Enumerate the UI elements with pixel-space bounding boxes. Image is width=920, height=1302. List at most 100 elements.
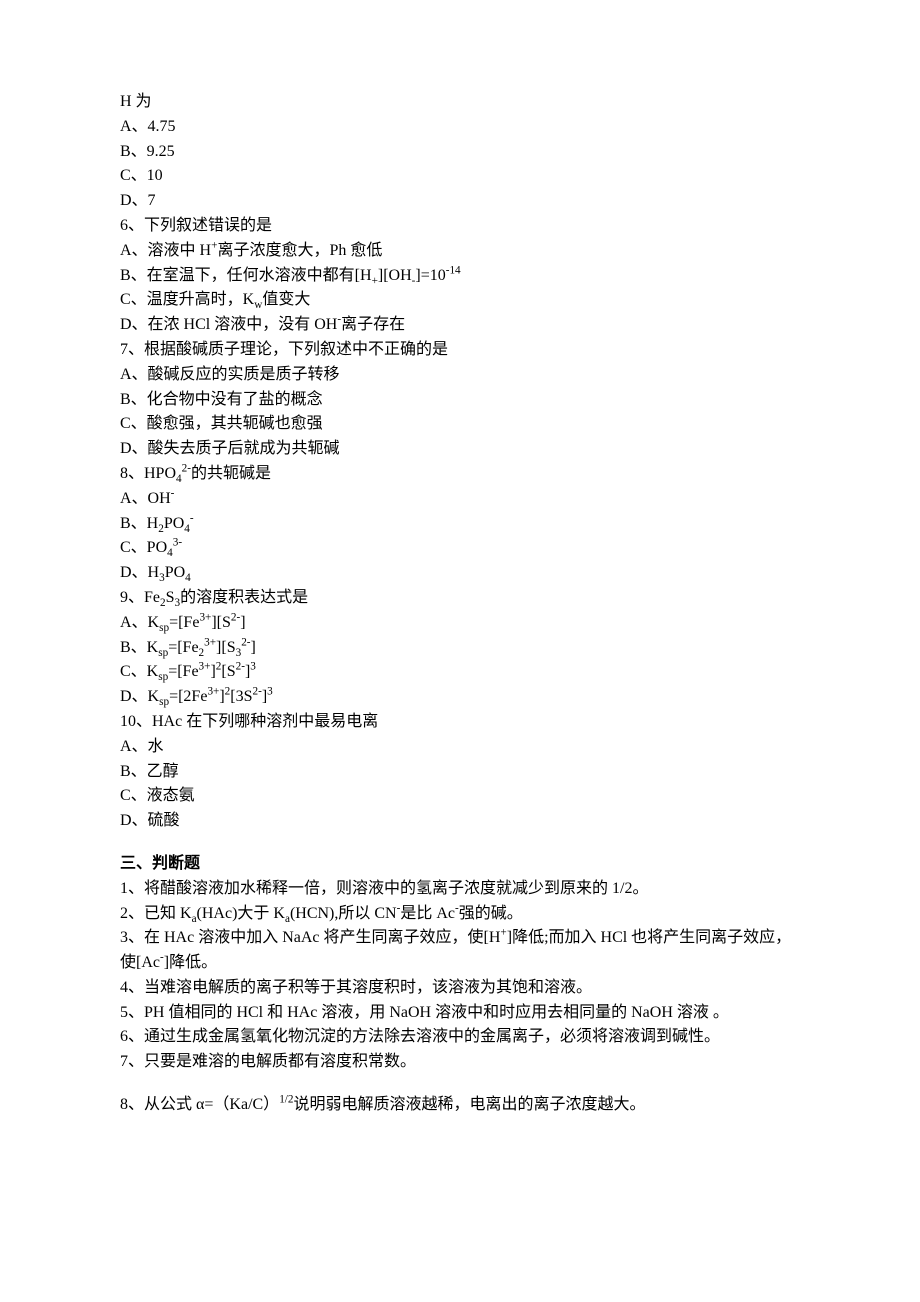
q9-option-d: D、Ksp=[2Fe3+]2[3S2-]3 — [120, 685, 800, 710]
subscript: 3 — [236, 647, 242, 659]
text: 离子存在 — [341, 316, 405, 333]
superscript: 3 — [250, 661, 256, 673]
text: B、在室温下，任何水溶液中都有[H — [120, 267, 372, 284]
text: S — [166, 589, 175, 606]
subscript: 4 — [185, 572, 191, 584]
text: =[Fe — [168, 639, 198, 656]
superscript: 3+ — [207, 686, 219, 698]
q9-stem: 9、Fe2S3的溶度积表达式是 — [120, 586, 800, 611]
q8-option-c: C、PO43- — [120, 536, 800, 561]
text: ][S — [211, 614, 231, 631]
superscript: 3+ — [199, 611, 211, 623]
text: =[Fe — [169, 614, 199, 631]
q8-option-d: D、H3PO4 — [120, 561, 800, 586]
subscript: 4 — [176, 473, 182, 485]
superscript: 2- — [241, 636, 250, 648]
text: ]降低。 — [164, 954, 217, 971]
superscript: 3- — [173, 537, 182, 549]
text: ][OH — [378, 267, 412, 284]
text: =[Fe — [168, 663, 198, 680]
q10-option-d: D、硫酸 — [120, 809, 800, 834]
q7-stem: 7、根据酸碱质子理论，下列叙述中不正确的是 — [120, 338, 800, 363]
document-page: H 为 A、4.75 B、9.25 C、10 D、7 6、下列叙述错误的是 A、… — [0, 0, 920, 1302]
text: 值变大 — [262, 291, 310, 308]
text: ] — [251, 639, 256, 656]
q10-option-a: A、水 — [120, 735, 800, 760]
judge-2: 2、已知 Ka(HAc)大于 Ka(HCN),所以 CN-是比 Ac-强的碱。 — [120, 902, 800, 927]
text: PO — [165, 564, 185, 581]
text: C、K — [120, 663, 158, 680]
text: 9、Fe — [120, 589, 160, 606]
subscript: sp — [158, 647, 168, 659]
q10-option-b: B、乙醇 — [120, 760, 800, 785]
q7-option-c: C、酸愈强，其共轭碱也愈强 — [120, 412, 800, 437]
text: D、H — [120, 564, 159, 581]
superscript: - — [171, 487, 175, 499]
section-3-title: 三、判断题 — [120, 852, 800, 877]
text: A、K — [120, 614, 159, 631]
text: [3S — [230, 688, 252, 705]
text: 的共轭碱是 — [191, 465, 271, 482]
text: 离子浓度愈大，Ph 愈低 — [217, 242, 382, 259]
subscript: sp — [159, 622, 169, 634]
text: C、温度升高时，K — [120, 291, 254, 308]
judge-1: 1、将醋酸溶液加水稀释一倍，则溶液中的氢离子浓度就减少到原来的 1/2。 — [120, 877, 800, 902]
text: 强的碱。 — [459, 905, 523, 922]
q8-option-a: A、OH- — [120, 487, 800, 512]
superscript: 2- — [182, 463, 191, 475]
q7-option-a: A、酸碱反应的实质是质子转移 — [120, 363, 800, 388]
judge-8: 8、从公式 α=（Ka/C）1/2说明弱电解质溶液越稀，电离出的离子浓度越大。 — [120, 1093, 800, 1118]
q10-stem: 10、HAc 在下列哪种溶剂中最易电离 — [120, 710, 800, 735]
superscript: 3+ — [199, 661, 211, 673]
text: C、PO — [120, 539, 167, 556]
q10-option-c: C、液态氨 — [120, 784, 800, 809]
subscript: sp — [159, 696, 169, 708]
superscript: 2- — [236, 661, 245, 673]
judge-6: 6、通过生成金属氢氧化物沉淀的方法除去溶液中的金属离子，必须将溶液调到碱性。 — [120, 1025, 800, 1050]
text: 的溶度积表达式是 — [180, 589, 308, 606]
text: 8、从公式 α=（Ka/C） — [120, 1096, 279, 1113]
q7-option-b: B、化合物中没有了盐的概念 — [120, 388, 800, 413]
text: 3、在 HAc 溶液中加入 NaAc 将产生同离子效应，使[H — [120, 929, 500, 946]
text: 8、HPO — [120, 465, 176, 482]
judge-3: 3、在 HAc 溶液中加入 NaAc 将产生同离子效应，使[H+]降低;而加入 … — [120, 926, 800, 976]
q5-option-d: D、7 — [120, 189, 800, 214]
text: (HCN),所以 CN — [290, 905, 397, 922]
q5-option-a: A、4.75 — [120, 115, 800, 140]
q5-option-b: B、9.25 — [120, 140, 800, 165]
judge-5: 5、PH 值相同的 HCl 和 HAc 溶液，用 NaOH 溶液中和时应用去相同… — [120, 1001, 800, 1026]
text: A、溶液中 H — [120, 242, 211, 259]
text: A、OH — [120, 490, 171, 507]
q8-stem: 8、HPO42-的共轭碱是 — [120, 462, 800, 487]
text: D、在浓 HCl 溶液中，没有 OH — [120, 316, 337, 333]
text: D、K — [120, 688, 159, 705]
judge-4: 4、当难溶电解质的离子积等于其溶度积时，该溶液为其饱和溶液。 — [120, 976, 800, 1001]
spacer — [120, 1075, 800, 1093]
text: B、H — [120, 515, 158, 532]
q5-stem: H 为 — [120, 90, 800, 115]
superscript: -14 — [446, 264, 461, 276]
text: 2、已知 K — [120, 905, 192, 922]
text: =[2Fe — [169, 688, 207, 705]
superscript: - — [190, 512, 194, 524]
q6-option-c: C、温度升高时，Kw值变大 — [120, 288, 800, 313]
subscript: 4 — [184, 523, 190, 535]
q7-option-d: D、酸失去质子后就成为共轭碱 — [120, 437, 800, 462]
superscript: 2- — [231, 611, 240, 623]
q6-option-d: D、在浓 HCl 溶液中，没有 OH-离子存在 — [120, 313, 800, 338]
text: ]=10 — [415, 267, 445, 284]
text: 说明弱电解质溶液越稀，电离出的离子浓度越大。 — [293, 1096, 645, 1113]
q6-option-b: B、在室温下，任何水溶液中都有[H+][OH-]=10-14 — [120, 264, 800, 289]
text: PO — [164, 515, 184, 532]
superscript: 3 — [267, 686, 273, 698]
spacer — [120, 834, 800, 852]
q9-option-b: B、Ksp=[Fe23+][S32-] — [120, 636, 800, 661]
q9-option-c: C、Ksp=[Fe3+]2[S2-]3 — [120, 660, 800, 685]
q5-option-c: C、10 — [120, 164, 800, 189]
q9-option-a: A、Ksp=[Fe3+][S2-] — [120, 611, 800, 636]
judge-7: 7、只要是难溶的电解质都有溶度积常数。 — [120, 1050, 800, 1075]
q6-stem: 6、下列叙述错误的是 — [120, 214, 800, 239]
text: ][S — [216, 639, 236, 656]
q6-option-a: A、溶液中 H+离子浓度愈大，Ph 愈低 — [120, 239, 800, 264]
subscript: 2 — [199, 647, 205, 659]
